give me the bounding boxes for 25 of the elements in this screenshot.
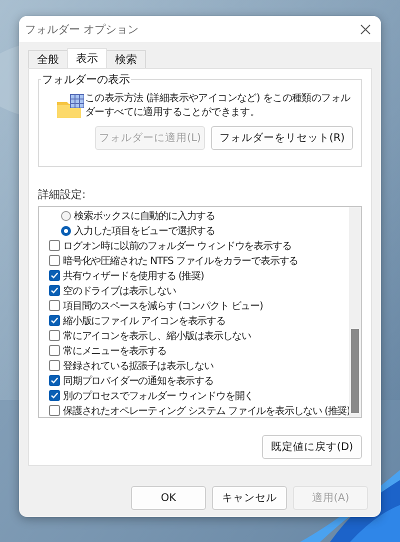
option-label: 常にメニューを表示する: [63, 344, 166, 358]
option-label: ログオン時に以前のフォルダー ウィンドウを表示する: [63, 240, 292, 252]
option-label: 登録されている拡張子は表示しない: [63, 360, 214, 372]
option-label: 空のドライブは表示しない: [63, 284, 176, 298]
option-label: 別のプロセスでフォルダー ウィンドウを開く: [63, 390, 254, 402]
section-label: 詳細設定:: [38, 187, 87, 202]
restore-defaults-button[interactable]: 既定値に戻す(D): [262, 435, 362, 459]
option-label: 保護されたオペレーティング システム ファイルを表示しない (推奨): [63, 404, 349, 417]
option-label: 常にアイコンを表示し、縮小版は表示しない: [63, 330, 252, 342]
dialog-button[interactable]: キャンセル: [212, 486, 287, 510]
option-label: 同期プロバイダーの通知を表示する: [63, 374, 214, 388]
option-label: 縮小版にファイル アイコンを表示する: [63, 314, 226, 328]
option-label: 暗号化や圧縮された NTFS ファイルをカラーで表示する: [63, 254, 298, 268]
option-label: 検索ボックスに自動的に入力する: [74, 210, 216, 222]
option-label: 共有ウィザードを使用する (推奨): [63, 270, 204, 282]
tab[interactable]: 表示: [67, 48, 107, 68]
option-label: 項目間のスペースを減らす (コンパクト ビュー): [63, 300, 263, 312]
tab[interactable]: 全般: [28, 50, 68, 68]
folder-button[interactable]: フォルダーをリセット(R): [211, 126, 353, 150]
tab[interactable]: 検索: [106, 50, 146, 68]
group-title: フォルダーの表示: [41, 72, 131, 87]
description-text: この表示方法 (詳細表示やアイコンなど) をこの種類のフォルダーすべてに適用することができます。: [85, 92, 352, 120]
window-title: フォルダー オプション: [25, 22, 138, 36]
dialog-button[interactable]: OK: [131, 486, 206, 510]
option-label: 入力した項目をビューで選択する: [74, 224, 216, 238]
